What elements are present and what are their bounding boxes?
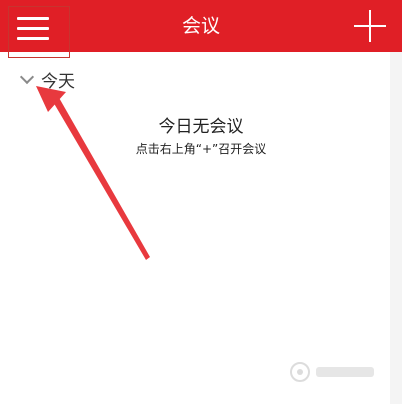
- section-header-today[interactable]: 今天: [19, 66, 75, 92]
- add-meeting-button[interactable]: [354, 10, 386, 42]
- section-label: 今天: [41, 71, 75, 92]
- top-bar: 会议: [0, 0, 402, 58]
- page-title: 会议: [181, 15, 220, 37]
- chevron-down-icon: [19, 69, 35, 84]
- meeting-screen: 会议 今天 今日无会议 点击右上角“+”召开会议: [0, 0, 402, 404]
- empty-state-title: 今日无会议: [158, 117, 244, 137]
- empty-state-hint: 点击右上角“+”召开会议: [135, 142, 267, 156]
- annotation-arrow: [36, 86, 150, 260]
- right-edge-strip: [390, 52, 402, 404]
- watermark-logo: [288, 358, 380, 386]
